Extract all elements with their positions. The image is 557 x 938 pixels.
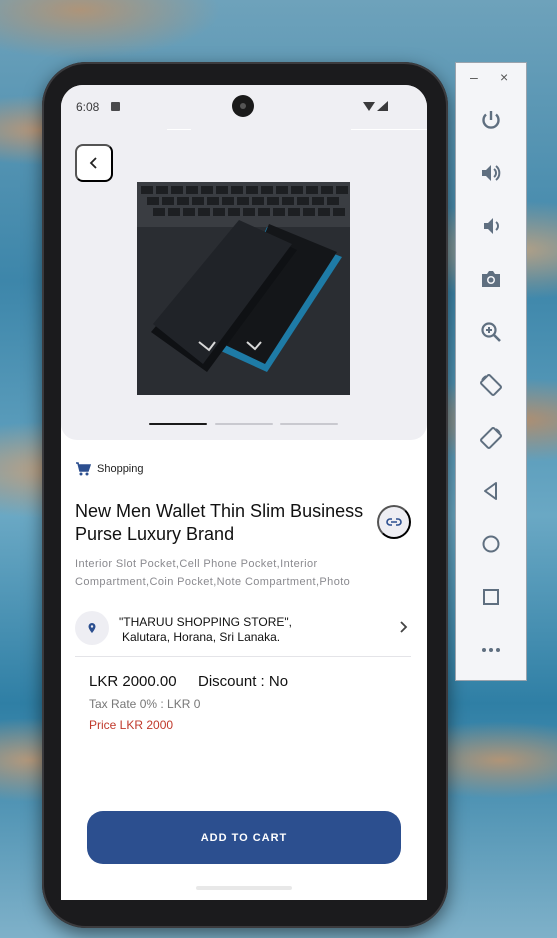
zoom-icon bbox=[481, 322, 501, 342]
product-description: Interior Slot Pocket,Cell Phone Pocket,I… bbox=[75, 558, 351, 588]
carousel-indicator[interactable] bbox=[280, 423, 338, 425]
wifi-icon bbox=[363, 102, 375, 111]
rotate-right-button[interactable] bbox=[474, 421, 508, 455]
close-button[interactable]: × bbox=[500, 69, 508, 85]
power-button[interactable] bbox=[474, 103, 508, 137]
add-to-cart-button[interactable]: ADD TO CART bbox=[87, 811, 401, 864]
store-address: Kalutara, Horana, Sri Lanaka. bbox=[122, 630, 281, 644]
price: LKR 2000.00 bbox=[89, 673, 177, 690]
rotate-left-icon bbox=[480, 374, 502, 396]
front-camera bbox=[232, 95, 254, 117]
shopping-cart-icon bbox=[75, 461, 91, 477]
minimize-button[interactable]: – bbox=[470, 69, 478, 85]
camera-icon bbox=[482, 271, 500, 287]
category-label: Shopping bbox=[97, 463, 144, 475]
volume-down-button[interactable] bbox=[474, 209, 508, 243]
emulator-title-bar: – × bbox=[456, 63, 526, 95]
chevron-right-icon bbox=[400, 621, 408, 633]
back-icon bbox=[484, 482, 497, 500]
overview-nav-button[interactable] bbox=[474, 580, 508, 614]
store-name: "THARUU SHOPPING STORE", bbox=[119, 615, 292, 629]
divider bbox=[351, 129, 427, 130]
app-screen: 6:08 Shopping New Men Wallet Thin Slim B… bbox=[61, 85, 427, 900]
back-nav-button[interactable] bbox=[474, 474, 508, 508]
home-indicator[interactable] bbox=[196, 886, 292, 890]
divider bbox=[167, 129, 191, 130]
share-link-button[interactable] bbox=[377, 505, 411, 539]
home-nav-button[interactable] bbox=[474, 527, 508, 561]
store-info-row[interactable]: "THARUU SHOPPING STORE", Kalutara, Horan… bbox=[75, 611, 411, 651]
divider bbox=[75, 656, 411, 657]
status-bar: 6:08 bbox=[61, 85, 427, 129]
chevron-left-icon bbox=[89, 157, 97, 169]
screenshot-button[interactable] bbox=[474, 262, 508, 296]
carousel-indicator[interactable] bbox=[215, 423, 273, 425]
volume-up-button[interactable] bbox=[474, 156, 508, 190]
discount: Discount : No bbox=[198, 673, 289, 690]
back-button[interactable] bbox=[75, 144, 113, 182]
category-tag: Shopping bbox=[75, 461, 144, 477]
link-icon bbox=[386, 518, 402, 526]
status-time: 6:08 bbox=[76, 100, 100, 114]
zoom-button[interactable] bbox=[474, 315, 508, 349]
power-icon bbox=[482, 111, 500, 129]
product-image bbox=[137, 182, 350, 395]
emulator-control-panel: – × bbox=[455, 62, 527, 681]
tax-rate: Tax Rate 0% : LKR 0 bbox=[89, 697, 201, 711]
volume-up-icon bbox=[482, 165, 501, 181]
overview-icon bbox=[483, 589, 499, 605]
volume-down-icon bbox=[484, 218, 499, 234]
location-pin-button[interactable] bbox=[75, 611, 109, 645]
signal-icon bbox=[377, 101, 388, 111]
rotate-left-button[interactable] bbox=[474, 368, 508, 402]
notification-icon bbox=[111, 102, 120, 111]
home-icon bbox=[482, 535, 500, 553]
wallet-photo bbox=[137, 182, 350, 395]
rotate-right-icon bbox=[480, 427, 502, 449]
product-title: New Men Wallet Thin Slim Business Purse … bbox=[75, 501, 364, 544]
more-icon bbox=[482, 648, 500, 652]
more-button[interactable] bbox=[474, 633, 508, 667]
final-price: Price LKR 2000 bbox=[89, 718, 174, 732]
location-pin-icon bbox=[88, 623, 96, 633]
carousel-indicator[interactable] bbox=[149, 423, 207, 425]
product-image-carousel[interactable] bbox=[61, 129, 427, 440]
